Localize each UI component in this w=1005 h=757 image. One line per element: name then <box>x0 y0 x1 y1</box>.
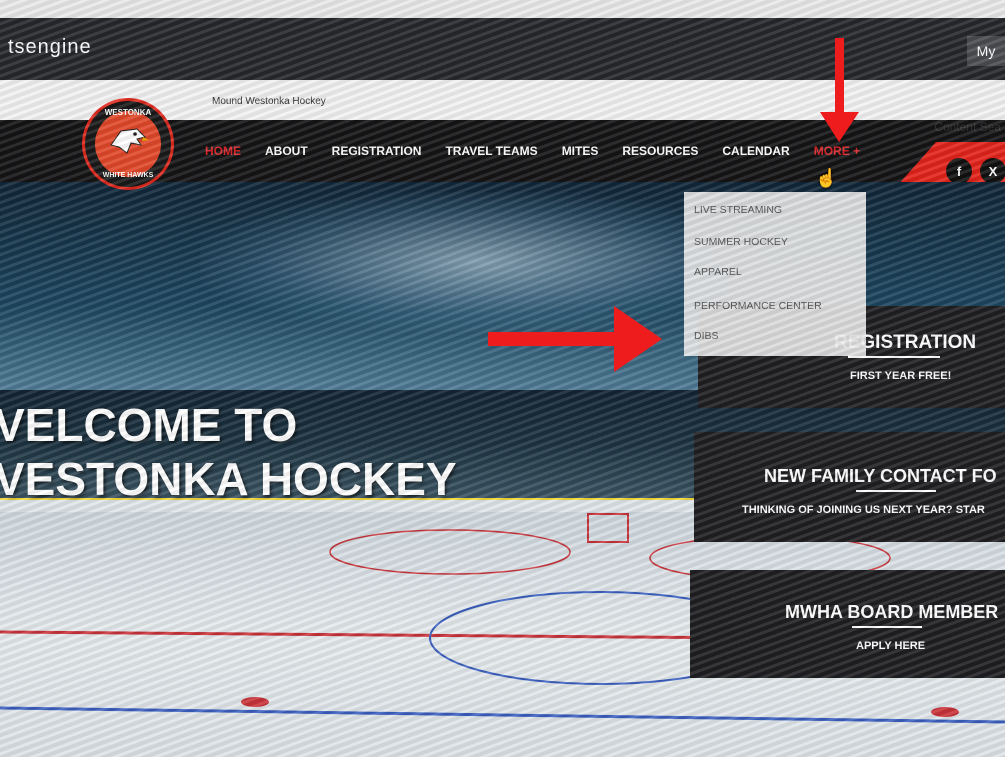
arena-lights <box>200 192 760 332</box>
sportsengine-bar: tsengine My <box>0 18 1005 80</box>
dropdown-item-performance-center[interactable]: PERFORMANCE CENTER <box>694 300 822 312</box>
dropdown-item-summer-hockey[interactable]: SUMMER HOCKEY <box>694 236 788 248</box>
new-family-contact-card[interactable]: NEW FAMILY CONTACT FO THINKING OF JOININ… <box>694 432 1005 542</box>
nav-about[interactable]: ABOUT <box>265 144 308 158</box>
more-dropdown-menu: LIVE STREAMING SUMMER HOCKEY APPAREL PER… <box>684 192 866 356</box>
x-icon[interactable]: X <box>980 158 1005 184</box>
hero-line-2: VESTONKA HOCKEY <box>0 453 457 505</box>
hero-heading: VELCOME TO VESTONKA HOCKEY <box>0 398 457 506</box>
dropdown-item-apparel[interactable]: APPAREL <box>694 266 742 278</box>
sportsengine-logo[interactable]: tsengine <box>8 36 92 59</box>
card-subtitle: THINKING OF JOINING US NEXT YEAR? STAR <box>742 504 985 516</box>
card-divider <box>856 490 936 492</box>
card-divider <box>852 626 922 628</box>
hand-cursor-icon: ☝ <box>815 168 838 188</box>
card-subtitle: FIRST YEAR FREE! <box>850 370 952 382</box>
facebook-icon[interactable]: f <box>946 158 972 184</box>
nav-home[interactable]: HOME <box>205 144 241 158</box>
dropdown-item-dibs[interactable]: DIBS <box>694 330 719 342</box>
logo-bottom-text: WHITE HAWKS <box>102 172 154 179</box>
card-title: MWHA BOARD MEMBER <box>785 602 999 622</box>
board-member-card[interactable]: MWHA BOARD MEMBER APPLY HERE <box>690 570 1005 678</box>
logo-top-text: WESTONKA <box>104 108 152 117</box>
nav-calendar[interactable]: CALENDAR <box>722 144 789 158</box>
card-title: NEW FAMILY CONTACT FO <box>764 466 997 486</box>
nav-registration[interactable]: REGISTRATION <box>332 144 422 158</box>
my-account-button[interactable]: My <box>967 36 1005 66</box>
nav-menu: HOME ABOUT REGISTRATION TRAVEL TEAMS MIT… <box>205 140 884 162</box>
nav-mites[interactable]: MITES <box>562 144 599 158</box>
card-subtitle: APPLY HERE <box>856 640 926 652</box>
dropdown-item-live-streaming[interactable]: LIVE STREAMING <box>694 204 782 216</box>
site-name[interactable]: Mound Westonka Hockey <box>212 96 326 107</box>
content-search-link[interactable]: Content Sea <box>934 120 1001 134</box>
screen-photo: tsengine My Mound Westonka Hockey Conten… <box>0 0 1005 757</box>
hawk-icon <box>110 128 149 154</box>
nav-travel-teams[interactable]: TRAVEL TEAMS <box>445 144 537 158</box>
nav-resources[interactable]: RESOURCES <box>622 144 698 158</box>
hero-line-1: VELCOME TO <box>0 399 298 451</box>
nav-more[interactable]: MORE + <box>814 144 860 158</box>
card-divider <box>848 356 940 358</box>
club-logo[interactable]: WESTONKA WHITE HAWKS <box>82 98 174 190</box>
